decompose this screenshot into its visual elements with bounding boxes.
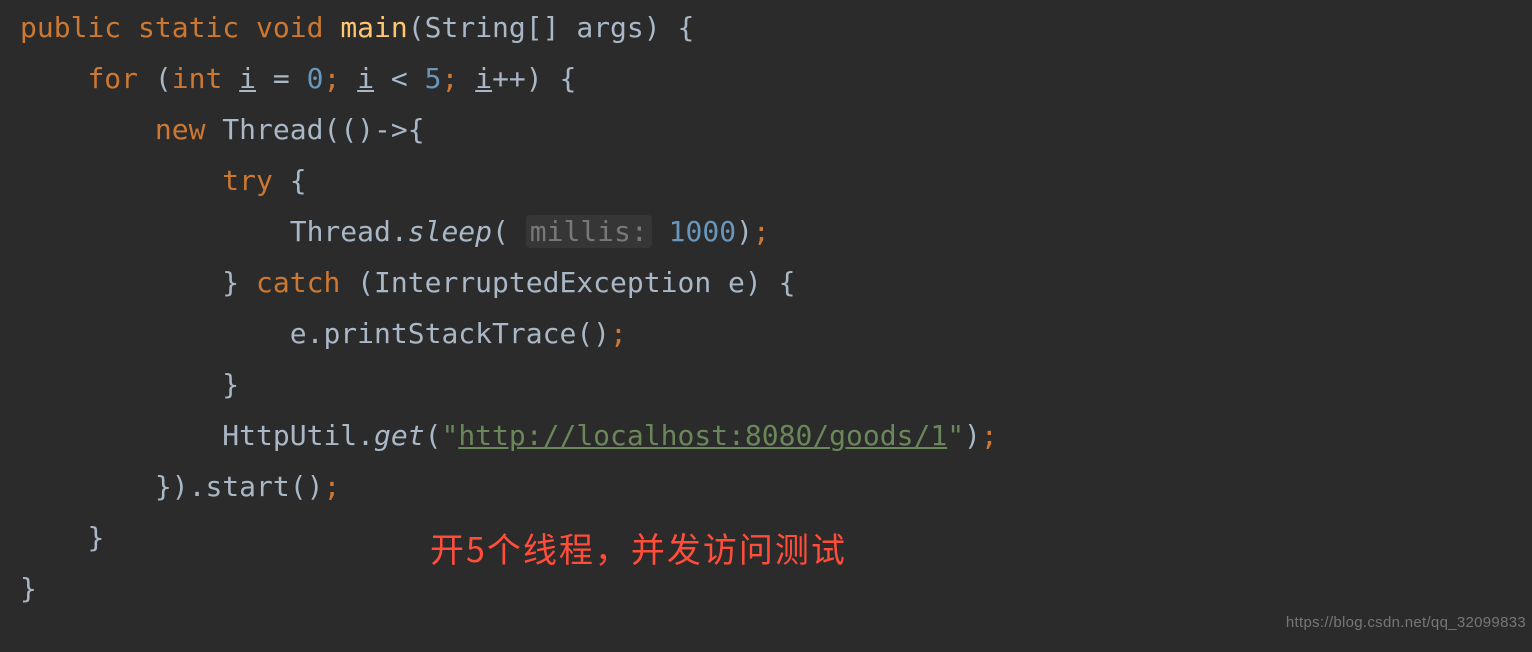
brace-close: } <box>87 521 104 554</box>
brace-open: { <box>678 11 695 44</box>
var-i: i <box>239 62 256 95</box>
lt: < <box>391 62 408 95</box>
watermark-text: https://blog.csdn.net/qq_32099833 <box>1286 597 1526 648</box>
paren-close: ) <box>526 62 543 95</box>
eq: = <box>273 62 290 95</box>
string-quote: " <box>947 419 964 452</box>
brace-open: { <box>560 62 577 95</box>
param-name: args <box>576 11 643 44</box>
keyword-static: static <box>138 11 239 44</box>
paren-open: ( <box>425 419 442 452</box>
semi: ; <box>441 62 458 95</box>
paren-close: ) <box>644 11 661 44</box>
dot: . <box>307 317 324 350</box>
class-thread: Thread <box>222 113 323 146</box>
dot: . <box>357 419 374 452</box>
method-printstacktrace: printStackTrace <box>323 317 576 350</box>
literal-1000: 1000 <box>669 215 736 248</box>
brace-open: { <box>408 113 425 146</box>
paren-open: ( <box>357 266 374 299</box>
keyword-try: try <box>222 164 273 197</box>
keyword-int: int <box>172 62 223 95</box>
method-sleep: sleep <box>408 215 492 248</box>
method-main: main <box>340 11 407 44</box>
paren-open: ( <box>290 470 307 503</box>
string-quote: " <box>441 419 458 452</box>
param-type: String[] <box>425 11 560 44</box>
brace-open: { <box>779 266 796 299</box>
paren-close: ) <box>593 317 610 350</box>
keyword-for: for <box>87 62 138 95</box>
paren-close: ) <box>172 470 189 503</box>
paren-open: ( <box>340 113 357 146</box>
paren-open: ( <box>576 317 593 350</box>
var-i: i <box>475 62 492 95</box>
paren-close: ) <box>745 266 762 299</box>
brace-close: } <box>155 470 172 503</box>
semi: ; <box>323 470 340 503</box>
method-start: start <box>205 470 289 503</box>
paren-close: ) <box>357 113 374 146</box>
exception-var: e <box>290 317 307 350</box>
brace-open: { <box>290 164 307 197</box>
brace-close: } <box>222 368 239 401</box>
dot: . <box>189 470 206 503</box>
paren-close: ) <box>736 215 753 248</box>
string-url: http://localhost:8080/goods/1 <box>458 419 947 452</box>
semi: ; <box>981 419 998 452</box>
inc: ++ <box>492 62 526 95</box>
dot: . <box>391 215 408 248</box>
semi: ; <box>753 215 770 248</box>
param-hint-millis: millis: <box>526 215 652 248</box>
paren-close: ) <box>307 470 324 503</box>
method-get: get <box>374 419 425 452</box>
paren-close: ) <box>964 419 981 452</box>
brace-close: } <box>222 266 239 299</box>
exception-type: InterruptedException <box>374 266 711 299</box>
keyword-public: public <box>20 11 121 44</box>
literal-five: 5 <box>425 62 442 95</box>
keyword-void: void <box>256 11 323 44</box>
semi: ; <box>610 317 627 350</box>
keyword-catch: catch <box>256 266 340 299</box>
arrow: -> <box>374 113 408 146</box>
semi: ; <box>323 62 340 95</box>
class-thread: Thread <box>290 215 391 248</box>
paren-open: ( <box>408 11 425 44</box>
class-httputil: HttpUtil <box>222 419 357 452</box>
literal-zero: 0 <box>307 62 324 95</box>
exception-var: e <box>728 266 745 299</box>
brace-close: } <box>20 572 37 605</box>
keyword-new: new <box>155 113 206 146</box>
var-i: i <box>357 62 374 95</box>
paren-open: ( <box>492 215 509 248</box>
paren-open: ( <box>323 113 340 146</box>
annotation-text: 开5个线程，并发访问测试 <box>430 522 847 573</box>
paren-open: ( <box>155 62 172 95</box>
